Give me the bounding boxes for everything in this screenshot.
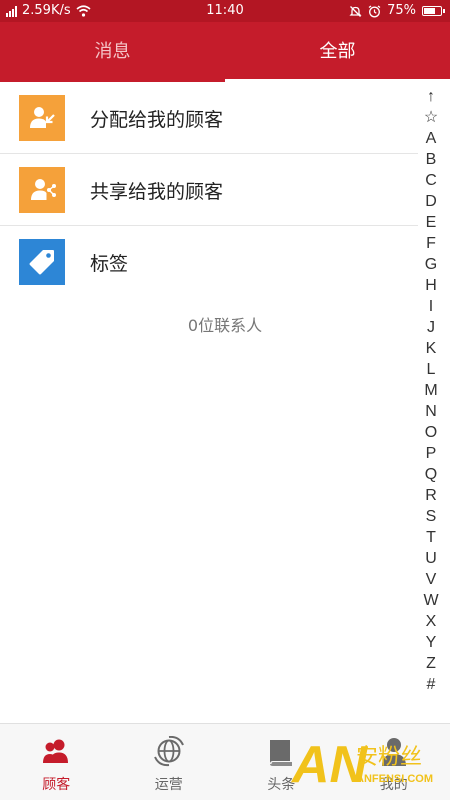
index-letter[interactable]: L	[427, 359, 436, 380]
nav-operations[interactable]: 运营	[113, 724, 226, 800]
index-letter[interactable]: E	[426, 212, 437, 233]
index-letter[interactable]: O	[425, 422, 437, 443]
globe-refresh-icon	[153, 736, 184, 767]
customers-icon	[43, 739, 69, 763]
header-tabs: 消息 全部	[0, 22, 450, 82]
screen: 2.59K/s 11:40 75% 消息 全部 分配给我的顾客 共享给我的顾客 …	[0, 0, 450, 800]
assigned-customer-icon	[19, 95, 65, 141]
mute-bell-icon	[349, 5, 362, 17]
battery-icon	[422, 6, 445, 16]
index-letter[interactable]: B	[426, 149, 437, 170]
shared-customer-icon	[19, 167, 65, 213]
tab-messages-label: 消息	[94, 41, 131, 62]
index-letter[interactable]: T	[426, 527, 436, 548]
menu-item-assigned-customers[interactable]: 分配给我的顾客	[0, 82, 418, 154]
alphabet-index[interactable]: ↑ ☆ A B C D E F G H I J K L M N O P Q R S T U V W X Y Z #	[423, 86, 439, 695]
index-letter[interactable]: F	[426, 233, 436, 254]
index-letter[interactable]: ☆	[424, 107, 438, 128]
index-letter[interactable]: D	[425, 191, 437, 212]
index-letter[interactable]: J	[427, 317, 435, 338]
status-bar: 2.59K/s 11:40 75%	[0, 0, 450, 22]
index-letter[interactable]: S	[426, 506, 437, 527]
contact-count: 0位联系人	[187, 316, 263, 335]
index-letter[interactable]: I	[429, 296, 433, 317]
tab-messages[interactable]: 消息	[0, 22, 225, 82]
menu-list: 分配给我的顾客 共享给我的顾客 标签	[0, 82, 418, 298]
index-letter[interactable]: P	[426, 443, 437, 464]
battery-level	[424, 8, 436, 14]
index-letter[interactable]: Y	[426, 632, 437, 653]
index-letter[interactable]: Z	[426, 653, 436, 674]
menu-item-shared-customers[interactable]: 共享给我的顾客	[0, 154, 418, 226]
tab-all-label: 全部	[319, 41, 356, 62]
index-letter[interactable]: U	[425, 548, 437, 569]
index-letter[interactable]: M	[424, 380, 437, 401]
index-letter[interactable]: N	[425, 401, 437, 422]
menu-item-label: 分配给我的顾客	[90, 108, 224, 131]
tab-all[interactable]: 全部	[225, 22, 450, 82]
index-letter[interactable]: ↑	[427, 86, 435, 107]
index-letter[interactable]: H	[425, 275, 437, 296]
nav-customers[interactable]: 顾客	[0, 724, 113, 800]
watermark-brand: 安粉丝	[356, 745, 422, 770]
index-letter[interactable]: K	[426, 338, 437, 359]
index-letter[interactable]: G	[425, 254, 437, 275]
status-right: 75%	[349, 0, 445, 22]
index-letter[interactable]: X	[426, 611, 437, 632]
menu-item-label: 标签	[90, 252, 129, 275]
menu-item-label: 共享给我的顾客	[90, 180, 224, 203]
nav-label: 运营	[154, 777, 183, 793]
index-letter[interactable]: W	[423, 590, 438, 611]
index-letter[interactable]: A	[426, 128, 437, 149]
index-letter[interactable]: Q	[425, 464, 437, 485]
watermark-domain: ANFENSI.COM	[356, 773, 433, 785]
index-letter[interactable]: V	[426, 569, 437, 590]
index-letter[interactable]: #	[427, 674, 436, 695]
alarm-icon	[368, 4, 381, 17]
battery-percent: 75%	[387, 3, 416, 18]
index-letter[interactable]: C	[425, 170, 437, 191]
tag-icon	[19, 239, 65, 285]
watermark-logo: AN 安粉丝 ANFENSI.COM	[290, 730, 450, 800]
index-letter[interactable]: R	[425, 485, 437, 506]
menu-item-tags[interactable]: 标签	[0, 226, 418, 298]
nav-label: 顾客	[42, 777, 71, 793]
